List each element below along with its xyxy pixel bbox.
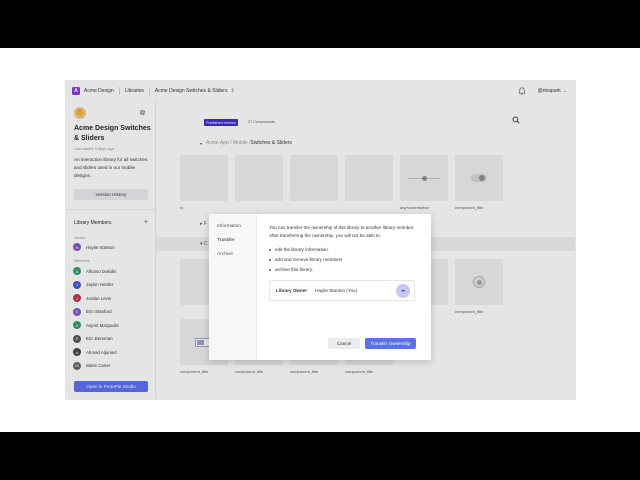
- library-owner-value: Haylie Stanton (You): [315, 288, 358, 293]
- library-owner-select[interactable]: Library Owner Haylie Stanton (You): [269, 280, 415, 301]
- library-owner-label: Library Owner: [276, 288, 308, 293]
- restriction-item: archive this library.: [269, 267, 313, 272]
- nav-information[interactable]: Information: [217, 224, 241, 229]
- restriction-text: add and remove library members: [275, 257, 343, 262]
- cancel-button[interactable]: Cancel: [328, 338, 360, 349]
- video-frame: A Acme Design Libraries Acme Design Swit…: [0, 48, 640, 432]
- dropdown-chevron-icon[interactable]: [396, 284, 410, 298]
- transfer-ownership-button[interactable]: Transfer Ownership: [365, 338, 416, 349]
- restriction-item: edit the library information.: [269, 247, 329, 252]
- restriction-text: edit the library information.: [275, 247, 330, 252]
- restriction-text: archive this library.: [275, 267, 313, 272]
- transfer-description: You can transfer the ownership of this l…: [269, 225, 415, 238]
- bullet-dot: [269, 268, 271, 271]
- library-settings-dialog: Information Transfer Archive You can tra…: [209, 214, 431, 360]
- modal-nav: Information Transfer Archive: [209, 214, 257, 360]
- restriction-item: add and remove library members: [269, 257, 342, 262]
- nav-transfer[interactable]: Transfer: [217, 238, 235, 243]
- nav-archive[interactable]: Archive: [217, 252, 233, 257]
- bullet-dot: [269, 248, 271, 251]
- bullet-dot: [269, 258, 271, 261]
